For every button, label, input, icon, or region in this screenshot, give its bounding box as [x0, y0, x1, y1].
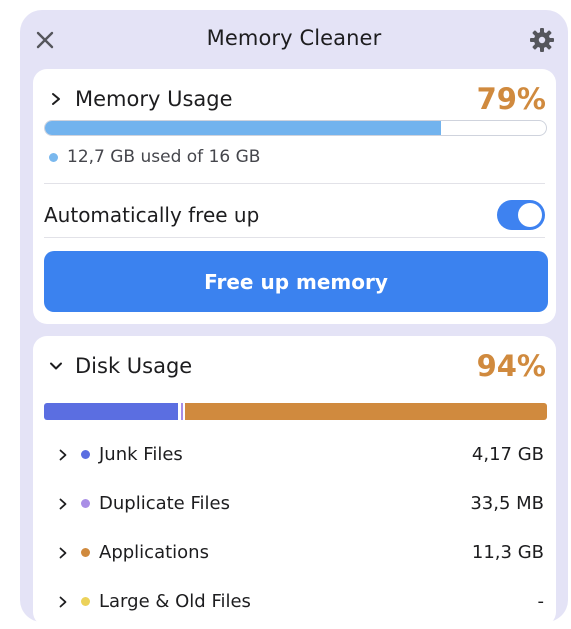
disk-usage-percent: 94%: [476, 349, 546, 383]
chevron-right-icon: [52, 93, 60, 105]
file-category-size: 4,17 GB: [471, 444, 544, 465]
chevron-right-icon: [59, 547, 67, 558]
memory-usage-header[interactable]: Memory Usage 79%: [49, 81, 546, 117]
title-bar: Memory Cleaner: [20, 10, 568, 68]
list-item-junk-files[interactable]: Junk Files 4,17 GB: [57, 430, 544, 479]
memory-usage-percent: 79%: [476, 82, 546, 116]
file-category-size: 11,3 GB: [471, 542, 544, 563]
divider: [44, 237, 545, 238]
applications-dot: [81, 548, 90, 557]
file-category-label: Junk Files: [99, 444, 183, 465]
list-item-applications[interactable]: Applications 11,3 GB: [57, 528, 544, 577]
divider: [44, 183, 545, 184]
file-category-label: Duplicate Files: [99, 493, 230, 514]
memory-used-text: 12,7 GB used of 16 GB: [67, 147, 261, 167]
auto-free-row: Automatically free up: [44, 195, 545, 235]
disk-bar-applications-segment: [185, 403, 547, 420]
disk-usage-header[interactable]: Disk Usage 94%: [49, 348, 546, 384]
memory-used-row: 12,7 GB used of 16 GB: [49, 147, 260, 167]
disk-usage-title: Disk Usage: [75, 354, 193, 378]
memory-used-dot: [49, 152, 58, 162]
memory-usage-card: Memory Usage 79% 12,7 GB used of 16 GB A…: [33, 69, 556, 324]
disk-usage-bar: [44, 403, 547, 420]
chevron-down-icon: [50, 362, 62, 370]
toggle-knob: [518, 203, 542, 227]
large-old-files-dot: [81, 597, 90, 606]
file-category-label: Large & Old Files: [99, 591, 251, 612]
file-category-size: -: [537, 591, 545, 612]
file-category-label: Applications: [99, 542, 209, 563]
free-up-memory-button[interactable]: Free up memory: [44, 251, 548, 312]
file-category-size: 33,5 MB: [470, 493, 544, 514]
memory-cleaner-window: Memory Cleaner Memory Usage 79% 12,7 GB …: [20, 10, 568, 626]
chevron-right-icon: [59, 596, 67, 607]
memory-usage-bar: [44, 120, 547, 136]
chevron-right-icon: [59, 498, 67, 509]
disk-bar-junk-segment: [44, 403, 178, 420]
gear-icon[interactable]: [528, 26, 556, 54]
auto-free-toggle[interactable]: [497, 200, 545, 230]
duplicate-files-dot: [81, 499, 90, 508]
disk-usage-card: Disk Usage 94% Junk Files 4,17 GB Duplic…: [33, 336, 556, 626]
window-title: Memory Cleaner: [206, 26, 382, 50]
auto-free-label: Automatically free up: [44, 203, 260, 227]
junk-files-dot: [81, 450, 90, 459]
memory-usage-bar-fill: [45, 121, 441, 135]
list-item-large-old-files[interactable]: Large & Old Files -: [57, 577, 544, 626]
list-item-duplicate-files[interactable]: Duplicate Files 33,5 MB: [57, 479, 544, 528]
memory-usage-title: Memory Usage: [75, 87, 233, 111]
disk-file-list: Junk Files 4,17 GB Duplicate Files 33,5 …: [57, 430, 544, 626]
chevron-right-icon: [59, 449, 67, 460]
